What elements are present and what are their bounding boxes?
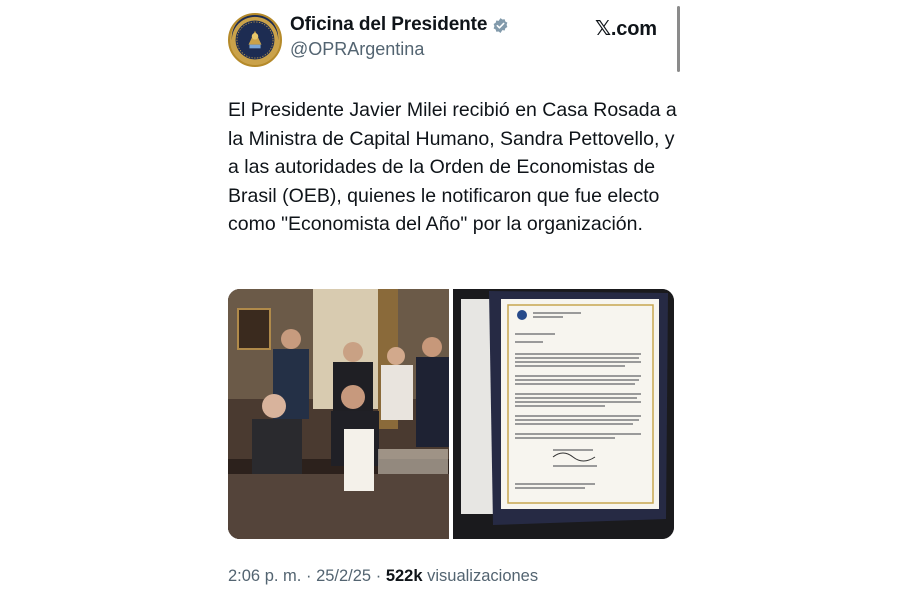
meeting-photo-image [228,289,449,539]
tweet-card: Oficina del Presidente @OPRArgentina 𝕏.c… [0,0,900,600]
user-handle[interactable]: @OPRArgentina [290,39,509,60]
photo-certificate[interactable] [453,289,674,539]
tweet-metadata: 2:06 p. m. · 25/2/25 · 522k visualizacio… [228,567,538,586]
views-count: 522k [385,567,423,585]
meta-separator: · [305,567,312,585]
display-name[interactable]: Oficina del Presidente [290,14,487,36]
certificate-photo-image [453,289,674,539]
media-grid [228,289,674,539]
photo-meeting[interactable] [228,289,449,539]
tweet-text: El Presidente Javier Milei recibió en Ca… [228,99,677,236]
profile-avatar[interactable] [228,13,282,67]
views-label: visualizaciones [427,567,539,585]
post-date[interactable]: 25/2/25 [316,567,371,585]
scrollbar[interactable] [677,6,680,72]
x-brand-logo[interactable]: 𝕏.com [595,16,657,41]
post-time[interactable]: 2:06 p. m. [228,567,301,585]
seal-avatar-icon [231,16,279,64]
meta-separator: · [375,567,382,585]
author-block: Oficina del Presidente @OPRArgentina [290,14,509,60]
verified-badge-icon [494,17,508,33]
